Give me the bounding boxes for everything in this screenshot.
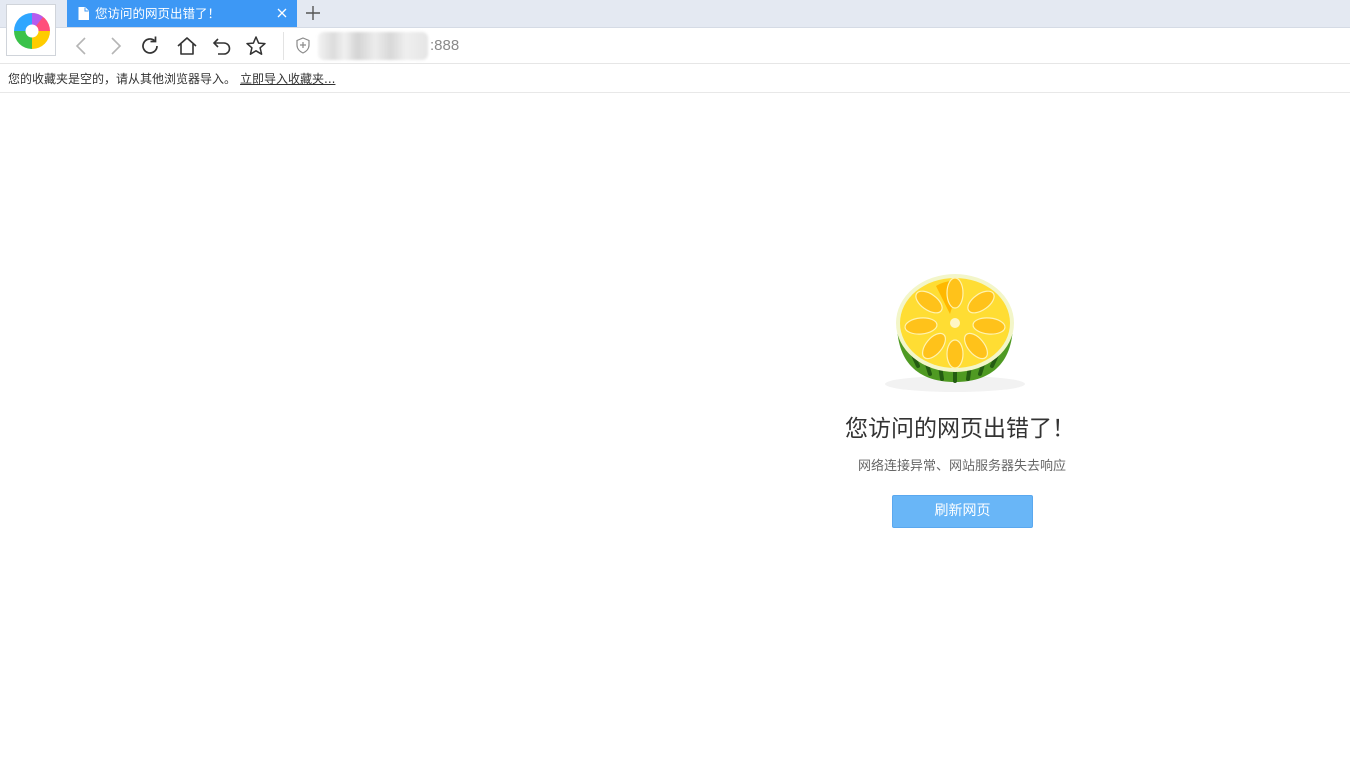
toolbar-divider [283,32,284,60]
error-title: 您访问的网页出错了！ [845,416,1075,442]
watermelon-icon [885,274,1025,392]
close-icon[interactable] [274,5,290,21]
browser-logo-button[interactable] [6,4,56,56]
address-blurred-host[interactable] [318,32,428,60]
tab-title: 您访问的网页出错了！ [95,6,221,21]
tab-active[interactable]: 您访问的网页出错了！ [67,0,297,27]
navigation-toolbar: :888 [0,28,1350,64]
forward-icon[interactable] [103,34,127,58]
tab-strip: 您访问的网页出错了！ [0,0,1350,28]
document-icon [78,7,89,20]
import-bookmarks-link[interactable]: 立即导入收藏夹... [240,70,335,87]
undo-icon[interactable] [210,34,234,58]
refresh-page-button[interactable]: 刷新网页 [892,495,1033,528]
browser-logo-icon [14,13,50,49]
back-icon[interactable] [70,34,94,58]
star-icon[interactable] [244,34,268,58]
address-url[interactable]: :888 [430,37,459,54]
shield-icon[interactable] [295,37,311,54]
plus-icon[interactable] [303,3,323,23]
bookmark-empty-message: 您的收藏夹是空的，请从其他浏览器导入。 [8,72,237,86]
refresh-icon[interactable] [138,34,162,58]
bookmark-bar: 您的收藏夹是空的，请从其他浏览器导入。 立即导入收藏夹... [0,64,1350,93]
error-subtitle: 网络连接异常、网站服务器失去响应 [857,459,1066,474]
home-icon[interactable] [175,34,199,58]
